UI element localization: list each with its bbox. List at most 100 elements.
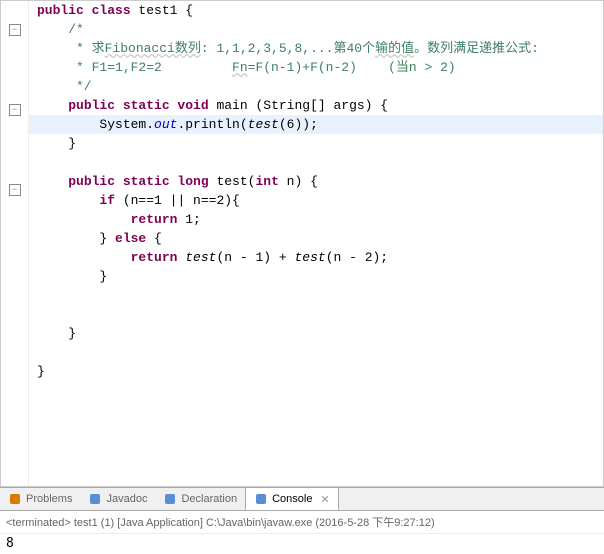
code-line[interactable]: } else { [37,229,603,248]
code-token: } [37,136,76,151]
code-line[interactable]: public static void main (String[] args) … [37,96,603,115]
fold-collapse-icon[interactable]: − [9,24,21,36]
tab-javadoc[interactable]: Javadoc [80,488,155,510]
bottom-tabs-bar: Problems Javadoc Declaration Console ✕ [0,487,604,511]
tab-label: Problems [26,493,72,505]
tab-console[interactable]: Console ✕ [245,488,339,510]
tab-label: Declaration [181,493,237,505]
code-token: test( [209,174,256,189]
console-icon [254,492,268,506]
code-line[interactable]: public static long test(int n) { [37,172,603,191]
gutter-slot [1,81,28,100]
code-content[interactable]: public class test1 { /* * 求Fibonacci数列: … [29,1,603,486]
code-token [37,98,68,113]
gutter-slot: − [1,24,28,43]
gutter-slot [1,241,28,260]
code-token: test1 { [131,3,193,18]
code-line[interactable]: } [37,362,603,381]
code-token: n) { [279,174,318,189]
code-token: } [37,364,45,379]
code-line[interactable]: } [37,324,603,343]
gutter-slot [1,203,28,222]
code-token: test [248,117,279,132]
code-token [37,193,99,208]
code-line[interactable]: return 1; [37,210,603,229]
problems-icon [8,492,22,506]
code-line[interactable] [37,153,603,172]
fold-gutter: − − − [1,1,29,486]
code-token: (n - 2); [326,250,388,265]
tab-problems[interactable]: Problems [0,488,80,510]
code-line[interactable]: /* [37,20,603,39]
tab-label: Console [272,493,312,505]
code-token: .println( [177,117,247,132]
code-token [37,250,131,265]
console-status: <terminated> test1 (1) [Java Application… [0,511,604,534]
gutter-slot [1,336,28,355]
gutter-slot [1,222,28,241]
code-token [37,174,68,189]
code-token: int [255,174,278,189]
gutter-slot [1,123,28,142]
code-token: { [146,231,162,246]
gutter-slot [1,279,28,298]
code-line[interactable]: * 求Fibonacci数列: 1,1,2,3,5,8,...第40个输的值。数… [37,39,603,58]
code-token: * F1=1,F2=2 [37,60,232,75]
close-icon[interactable]: ✕ [320,493,329,506]
code-line[interactable] [37,286,603,305]
code-token: public static void [68,98,208,113]
gutter-slot [1,161,28,180]
code-line[interactable]: } [37,134,603,153]
code-token: } [37,326,76,341]
code-token: System. [37,117,154,132]
code-token: public class [37,3,131,18]
code-line[interactable]: public class test1 { [37,1,603,20]
javadoc-icon [88,492,102,506]
code-token: (6)); [279,117,318,132]
code-token: public static long [68,174,208,189]
code-token: Fn [232,60,248,75]
console-output: 8 [0,534,604,554]
code-token: /* [37,22,84,37]
fold-collapse-icon[interactable]: − [9,104,21,116]
code-token: else [115,231,146,246]
code-token: return [131,250,178,265]
declaration-icon [163,492,177,506]
code-token: test [294,250,325,265]
code-token: 1; [177,212,200,227]
code-token: =F(n-1)+F(n-2) (当n > 2) [248,60,456,75]
gutter-slot [1,355,28,374]
code-line[interactable]: } [37,267,603,286]
gutter-slot [1,317,28,336]
gutter-slot: − [1,184,28,203]
code-token: */ [37,79,92,94]
code-token: 输的值 [375,41,414,56]
code-line[interactable]: return test(n - 1) + test(n - 2); [37,248,603,267]
gutter-slot [1,260,28,279]
gutter-slot [1,43,28,62]
gutter-slot: − [1,104,28,123]
code-line[interactable]: */ [37,77,603,96]
code-token: (n==1 || n==2){ [115,193,240,208]
code-token: * 求 [37,41,105,56]
code-token: test [185,250,216,265]
code-line[interactable]: * F1=1,F2=2 Fn=F(n-1)+F(n-2) (当n > 2) [37,58,603,77]
gutter-slot [1,298,28,317]
code-line[interactable] [37,343,603,362]
code-token: } [37,269,107,284]
code-token: return [131,212,178,227]
code-token: } [37,231,115,246]
code-token: 。数列满足递推公式: [414,41,539,56]
code-line[interactable] [37,305,603,324]
gutter-slot [1,374,28,393]
code-token: out [154,117,177,132]
code-token [37,212,131,227]
gutter-slot [1,142,28,161]
code-line[interactable]: if (n==1 || n==2){ [37,191,603,210]
tab-declaration[interactable]: Declaration [155,488,245,510]
gutter-slot [1,1,28,20]
fold-collapse-icon[interactable]: − [9,184,21,196]
code-token: main (String[] args) { [209,98,388,113]
code-editor[interactable]: − − − public class test1 { /* * 求Fibonacci… [0,0,604,487]
tab-label: Javadoc [106,493,147,505]
